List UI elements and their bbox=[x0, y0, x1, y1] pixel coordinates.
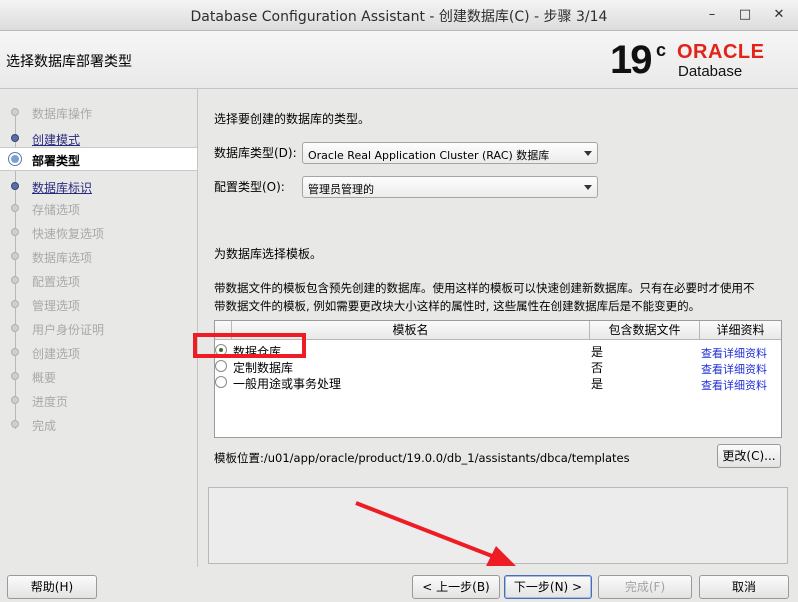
step-label: 完成 bbox=[32, 419, 57, 433]
step-item: 创建选项 bbox=[0, 341, 197, 363]
oracle-version-suffix: c bbox=[656, 40, 667, 60]
template-name: 一般用途或事务处理 bbox=[233, 377, 342, 391]
step-indicator-icon bbox=[11, 348, 19, 356]
config-type-label: 配置类型(O): bbox=[214, 180, 285, 194]
help-button[interactable]: 帮助(H) bbox=[7, 575, 97, 599]
step-label[interactable]: 创建模式 bbox=[32, 131, 80, 148]
step-item[interactable]: 创建模式 bbox=[0, 127, 197, 149]
template-heading: 为数据库选择模板。 bbox=[214, 247, 323, 261]
page-title: 选择数据库部署类型 bbox=[6, 54, 132, 70]
view-details-link[interactable]: 查看详细资料 bbox=[701, 377, 767, 393]
step-indicator-icon bbox=[11, 276, 19, 284]
config-type-select[interactable]: 管理员管理的 bbox=[302, 176, 598, 198]
intro-text: 选择要创建的数据库的类型。 bbox=[214, 112, 371, 126]
step-indicator-icon bbox=[11, 300, 19, 308]
step-item: 快速恢复选项 bbox=[0, 221, 197, 243]
radio-button[interactable] bbox=[215, 376, 227, 388]
template-name: 定制数据库 bbox=[233, 361, 294, 375]
step-label[interactable]: 数据库标识 bbox=[32, 179, 92, 196]
change-location-button[interactable]: 更改(C)... bbox=[717, 444, 781, 468]
annotation-highlight-box bbox=[193, 333, 306, 358]
step-item: 完成 bbox=[0, 413, 197, 435]
step-item[interactable]: 数据库标识 bbox=[0, 175, 197, 197]
window-titlebar: Database Configuration Assistant - 创建数据库… bbox=[0, 0, 798, 31]
oracle-brand-logo: ORACLE bbox=[677, 41, 765, 63]
step-label: 部署类型 bbox=[32, 154, 81, 168]
oracle-product-label: Database bbox=[678, 63, 743, 80]
minimize-icon[interactable]: – bbox=[703, 6, 721, 24]
step-item: 进度页 bbox=[0, 389, 197, 411]
step-label: 存储选项 bbox=[32, 203, 81, 217]
step-label: 数据库选项 bbox=[32, 251, 93, 265]
step-item: 存储选项 bbox=[0, 197, 197, 219]
step-item: 数据库操作 bbox=[0, 101, 197, 123]
step-item: 配置选项 bbox=[0, 269, 197, 291]
step-indicator-icon bbox=[11, 420, 19, 428]
step-item: 用户身份证明 bbox=[0, 317, 197, 339]
step-item: 管理选项 bbox=[0, 293, 197, 315]
table-header-datafiles[interactable]: 包含数据文件 bbox=[590, 321, 700, 340]
step-label: 配置选项 bbox=[32, 275, 81, 289]
maximize-icon[interactable]: □ bbox=[736, 6, 754, 24]
finish-button[interactable]: 完成(F) bbox=[598, 575, 692, 599]
message-area bbox=[208, 487, 788, 564]
step-label: 数据库操作 bbox=[32, 107, 93, 121]
template-datafiles: 是 bbox=[591, 345, 604, 359]
step-indicator-icon bbox=[11, 182, 19, 190]
next-button[interactable]: 下一步(N) > bbox=[504, 575, 592, 599]
step-indicator-icon bbox=[11, 204, 19, 212]
step-indicator-icon bbox=[9, 153, 21, 165]
step-label: 管理选项 bbox=[32, 299, 81, 313]
window-title: Database Configuration Assistant - 创建数据库… bbox=[190, 9, 608, 25]
table-header-details[interactable]: 详细资料 bbox=[700, 321, 781, 340]
template-description-line1: 带数据文件的模板包含预先创建的数据库。使用这样的模板可以快速创建新数据库。只有在… bbox=[214, 281, 755, 295]
steps-sidebar: 数据库操作创建模式部署类型数据库标识存储选项快速恢复选项 数据库选项配置选项管理选… bbox=[0, 89, 198, 567]
step-indicator-icon bbox=[11, 396, 19, 404]
chevron-down-icon bbox=[584, 151, 592, 156]
template-location: 模板位置:/u01/app/oracle/product/19.0.0/db_1… bbox=[214, 451, 630, 465]
step-indicator-icon bbox=[11, 228, 19, 236]
step-indicator-icon bbox=[11, 108, 19, 116]
template-datafiles: 否 bbox=[591, 361, 604, 375]
db-type-label: 数据库类型(D): bbox=[214, 146, 297, 160]
db-type-select[interactable]: Oracle Real Application Cluster (RAC) 数据… bbox=[302, 142, 598, 164]
step-indicator-icon bbox=[11, 324, 19, 332]
config-type-value: 管理员管理的 bbox=[308, 183, 374, 196]
template-datafiles: 是 bbox=[591, 377, 604, 391]
template-description-line2: 带数据文件的模板, 例如需要更改块大小这样的属性时, 这些属性在创建数据库后是不… bbox=[214, 299, 701, 313]
step-item[interactable]: 部署类型 bbox=[0, 147, 197, 171]
table-row[interactable]: 一般用途或事务处理 是 查看详细资料 bbox=[215, 375, 781, 393]
chevron-down-icon bbox=[584, 185, 592, 190]
step-label: 快速恢复选项 bbox=[32, 227, 105, 241]
step-item: 概要 bbox=[0, 365, 197, 387]
step-indicator-icon bbox=[11, 252, 19, 260]
step-label: 进度页 bbox=[32, 395, 69, 409]
step-indicator-icon bbox=[11, 372, 19, 380]
table-row[interactable]: 定制数据库 否 查看详细资料 bbox=[215, 359, 781, 376]
back-button[interactable]: < 上一步(B) bbox=[412, 575, 500, 599]
page-header: 选择数据库部署类型 19 c ORACLE Database bbox=[0, 31, 798, 89]
radio-button[interactable] bbox=[215, 360, 227, 372]
step-label: 概要 bbox=[32, 371, 57, 385]
step-label: 创建选项 bbox=[32, 347, 81, 361]
step-item: 数据库选项 bbox=[0, 245, 197, 267]
close-icon[interactable]: ✕ bbox=[770, 6, 788, 24]
step-indicator-icon bbox=[11, 134, 19, 142]
cancel-button[interactable]: 取消 bbox=[699, 575, 789, 599]
db-type-value: Oracle Real Application Cluster (RAC) 数据… bbox=[308, 149, 550, 162]
oracle-version-logo: 19 bbox=[610, 38, 652, 82]
step-label: 用户身份证明 bbox=[32, 323, 105, 337]
